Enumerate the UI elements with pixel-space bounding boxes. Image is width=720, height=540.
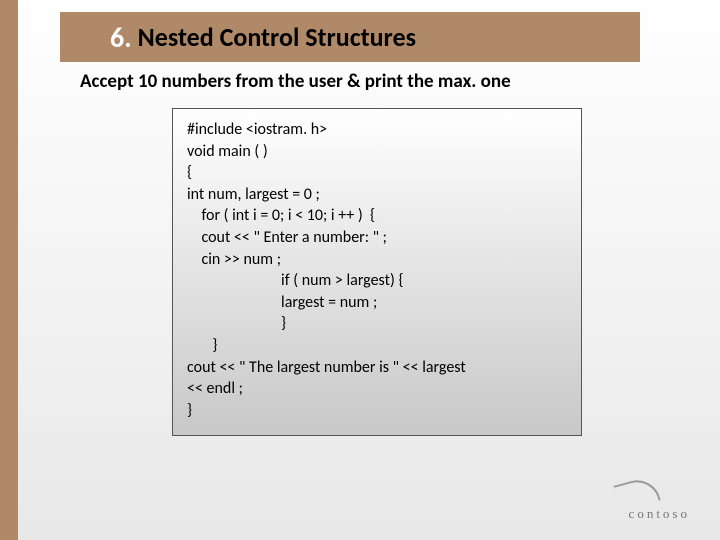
header-title: Nested Control Structures	[138, 21, 416, 53]
code-line: for ( int i = 0; i < 10; i ++ ) {	[187, 205, 567, 227]
brand-logo: contoso	[629, 506, 690, 522]
code-line: << endl ;	[187, 378, 567, 400]
code-line: cout << " Enter a number: " ;	[187, 227, 567, 249]
code-line: #include <iostram. h>	[187, 119, 567, 141]
code-line: largest = num ;	[187, 292, 567, 314]
code-line: }	[187, 335, 567, 357]
slide-header: 6. Nested Control Structures	[60, 12, 640, 62]
code-line: cin >> num ;	[187, 249, 567, 271]
code-line: }	[187, 313, 567, 335]
code-line: int num, largest = 0 ;	[187, 184, 567, 206]
code-line: void main ( )	[187, 141, 567, 163]
code-line: cout << " The largest number is " << lar…	[187, 357, 567, 379]
left-accent-stripe	[0, 0, 18, 540]
code-line: }	[187, 400, 567, 422]
header-number: 6.	[110, 20, 132, 55]
code-line: {	[187, 162, 567, 184]
code-block: #include <iostram. h> void main ( ) { in…	[172, 108, 582, 436]
slide-subtitle: Accept 10 numbers from the user & print …	[80, 70, 511, 93]
code-line: if ( num > largest) {	[187, 270, 567, 292]
